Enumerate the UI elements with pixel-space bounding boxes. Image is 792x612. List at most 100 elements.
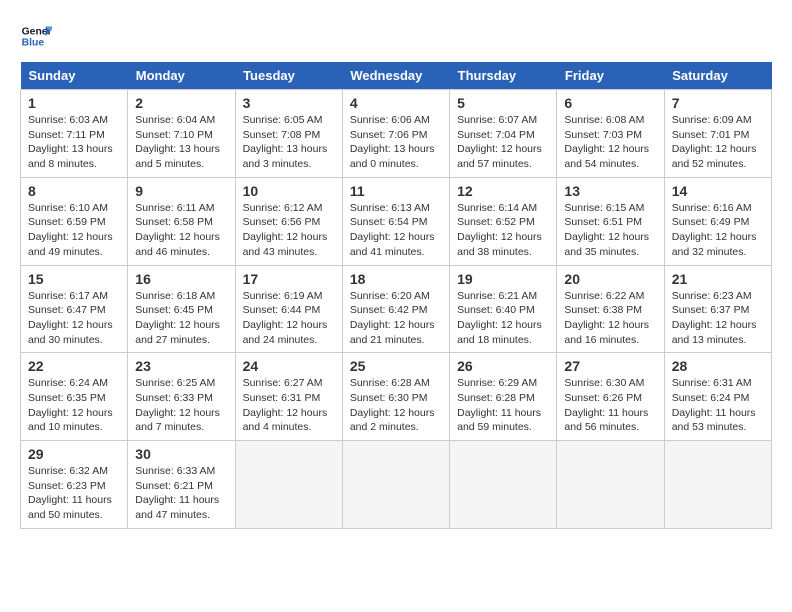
day-detail: Sunrise: 6:28 AMSunset: 6:30 PMDaylight:… — [350, 377, 435, 433]
day-detail: Sunrise: 6:25 AMSunset: 6:33 PMDaylight:… — [135, 377, 220, 433]
day-number: 17 — [243, 271, 335, 287]
weekday-header-saturday: Saturday — [664, 62, 771, 90]
day-number: 6 — [564, 95, 656, 111]
weekday-header-monday: Monday — [128, 62, 235, 90]
svg-text:Blue: Blue — [22, 38, 45, 49]
calendar-table: SundayMondayTuesdayWednesdayThursdayFrid… — [20, 62, 772, 529]
calendar-day-cell — [557, 441, 664, 529]
day-detail: Sunrise: 6:13 AMSunset: 6:54 PMDaylight:… — [350, 202, 435, 258]
calendar-day-cell: 5 Sunrise: 6:07 AMSunset: 7:04 PMDayligh… — [450, 90, 557, 178]
day-detail: Sunrise: 6:04 AMSunset: 7:10 PMDaylight:… — [135, 114, 220, 170]
day-number: 11 — [350, 183, 442, 199]
calendar-day-cell: 6 Sunrise: 6:08 AMSunset: 7:03 PMDayligh… — [557, 90, 664, 178]
day-number: 20 — [564, 271, 656, 287]
day-number: 7 — [672, 95, 764, 111]
calendar-day-cell: 30 Sunrise: 6:33 AMSunset: 6:21 PMDaylig… — [128, 441, 235, 529]
weekday-header-thursday: Thursday — [450, 62, 557, 90]
day-detail: Sunrise: 6:21 AMSunset: 6:40 PMDaylight:… — [457, 290, 542, 346]
calendar-day-cell: 10 Sunrise: 6:12 AMSunset: 6:56 PMDaylig… — [235, 177, 342, 265]
day-detail: Sunrise: 6:06 AMSunset: 7:06 PMDaylight:… — [350, 114, 435, 170]
calendar-day-cell: 16 Sunrise: 6:18 AMSunset: 6:45 PMDaylig… — [128, 265, 235, 353]
day-number: 29 — [28, 446, 120, 462]
day-detail: Sunrise: 6:08 AMSunset: 7:03 PMDaylight:… — [564, 114, 649, 170]
day-number: 2 — [135, 95, 227, 111]
day-detail: Sunrise: 6:31 AMSunset: 6:24 PMDaylight:… — [672, 377, 756, 433]
calendar-day-cell: 2 Sunrise: 6:04 AMSunset: 7:10 PMDayligh… — [128, 90, 235, 178]
day-number: 10 — [243, 183, 335, 199]
day-detail: Sunrise: 6:15 AMSunset: 6:51 PMDaylight:… — [564, 202, 649, 258]
calendar-week-row: 15 Sunrise: 6:17 AMSunset: 6:47 PMDaylig… — [21, 265, 772, 353]
day-number: 3 — [243, 95, 335, 111]
calendar-day-cell: 19 Sunrise: 6:21 AMSunset: 6:40 PMDaylig… — [450, 265, 557, 353]
day-detail: Sunrise: 6:03 AMSunset: 7:11 PMDaylight:… — [28, 114, 113, 170]
day-number: 27 — [564, 358, 656, 374]
day-detail: Sunrise: 6:24 AMSunset: 6:35 PMDaylight:… — [28, 377, 113, 433]
day-detail: Sunrise: 6:18 AMSunset: 6:45 PMDaylight:… — [135, 290, 220, 346]
calendar-day-cell — [450, 441, 557, 529]
day-number: 28 — [672, 358, 764, 374]
calendar-day-cell: 7 Sunrise: 6:09 AMSunset: 7:01 PMDayligh… — [664, 90, 771, 178]
calendar-day-cell: 21 Sunrise: 6:23 AMSunset: 6:37 PMDaylig… — [664, 265, 771, 353]
calendar-week-row: 22 Sunrise: 6:24 AMSunset: 6:35 PMDaylig… — [21, 353, 772, 441]
day-number: 1 — [28, 95, 120, 111]
day-number: 18 — [350, 271, 442, 287]
day-detail: Sunrise: 6:14 AMSunset: 6:52 PMDaylight:… — [457, 202, 542, 258]
day-detail: Sunrise: 6:05 AMSunset: 7:08 PMDaylight:… — [243, 114, 328, 170]
day-number: 30 — [135, 446, 227, 462]
day-detail: Sunrise: 6:33 AMSunset: 6:21 PMDaylight:… — [135, 465, 219, 521]
day-detail: Sunrise: 6:12 AMSunset: 6:56 PMDaylight:… — [243, 202, 328, 258]
calendar-day-cell — [342, 441, 449, 529]
calendar-day-cell: 23 Sunrise: 6:25 AMSunset: 6:33 PMDaylig… — [128, 353, 235, 441]
calendar-day-cell: 4 Sunrise: 6:06 AMSunset: 7:06 PMDayligh… — [342, 90, 449, 178]
calendar-day-cell: 12 Sunrise: 6:14 AMSunset: 6:52 PMDaylig… — [450, 177, 557, 265]
day-detail: Sunrise: 6:11 AMSunset: 6:58 PMDaylight:… — [135, 202, 220, 258]
calendar-day-cell: 9 Sunrise: 6:11 AMSunset: 6:58 PMDayligh… — [128, 177, 235, 265]
day-detail: Sunrise: 6:17 AMSunset: 6:47 PMDaylight:… — [28, 290, 113, 346]
calendar-week-row: 29 Sunrise: 6:32 AMSunset: 6:23 PMDaylig… — [21, 441, 772, 529]
weekday-header-sunday: Sunday — [21, 62, 128, 90]
day-number: 21 — [672, 271, 764, 287]
calendar-day-cell: 1 Sunrise: 6:03 AMSunset: 7:11 PMDayligh… — [21, 90, 128, 178]
weekday-header-tuesday: Tuesday — [235, 62, 342, 90]
calendar-day-cell: 18 Sunrise: 6:20 AMSunset: 6:42 PMDaylig… — [342, 265, 449, 353]
calendar-day-cell: 25 Sunrise: 6:28 AMSunset: 6:30 PMDaylig… — [342, 353, 449, 441]
calendar-day-cell: 24 Sunrise: 6:27 AMSunset: 6:31 PMDaylig… — [235, 353, 342, 441]
calendar-week-row: 8 Sunrise: 6:10 AMSunset: 6:59 PMDayligh… — [21, 177, 772, 265]
calendar-day-cell: 15 Sunrise: 6:17 AMSunset: 6:47 PMDaylig… — [21, 265, 128, 353]
calendar-day-cell: 20 Sunrise: 6:22 AMSunset: 6:38 PMDaylig… — [557, 265, 664, 353]
calendar-day-cell: 29 Sunrise: 6:32 AMSunset: 6:23 PMDaylig… — [21, 441, 128, 529]
day-detail: Sunrise: 6:32 AMSunset: 6:23 PMDaylight:… — [28, 465, 112, 521]
day-number: 14 — [672, 183, 764, 199]
day-number: 4 — [350, 95, 442, 111]
calendar-day-cell: 13 Sunrise: 6:15 AMSunset: 6:51 PMDaylig… — [557, 177, 664, 265]
calendar-day-cell: 28 Sunrise: 6:31 AMSunset: 6:24 PMDaylig… — [664, 353, 771, 441]
day-number: 9 — [135, 183, 227, 199]
day-detail: Sunrise: 6:07 AMSunset: 7:04 PMDaylight:… — [457, 114, 542, 170]
day-number: 8 — [28, 183, 120, 199]
day-number: 16 — [135, 271, 227, 287]
day-detail: Sunrise: 6:09 AMSunset: 7:01 PMDaylight:… — [672, 114, 757, 170]
page-header: General Blue — [20, 20, 772, 52]
calendar-day-cell: 8 Sunrise: 6:10 AMSunset: 6:59 PMDayligh… — [21, 177, 128, 265]
calendar-day-cell — [235, 441, 342, 529]
day-number: 5 — [457, 95, 549, 111]
day-detail: Sunrise: 6:16 AMSunset: 6:49 PMDaylight:… — [672, 202, 757, 258]
day-number: 25 — [350, 358, 442, 374]
day-detail: Sunrise: 6:23 AMSunset: 6:37 PMDaylight:… — [672, 290, 757, 346]
day-detail: Sunrise: 6:29 AMSunset: 6:28 PMDaylight:… — [457, 377, 541, 433]
day-number: 15 — [28, 271, 120, 287]
day-detail: Sunrise: 6:27 AMSunset: 6:31 PMDaylight:… — [243, 377, 328, 433]
weekday-header-friday: Friday — [557, 62, 664, 90]
day-detail: Sunrise: 6:30 AMSunset: 6:26 PMDaylight:… — [564, 377, 648, 433]
calendar-day-cell: 14 Sunrise: 6:16 AMSunset: 6:49 PMDaylig… — [664, 177, 771, 265]
day-number: 22 — [28, 358, 120, 374]
day-detail: Sunrise: 6:20 AMSunset: 6:42 PMDaylight:… — [350, 290, 435, 346]
calendar-day-cell: 26 Sunrise: 6:29 AMSunset: 6:28 PMDaylig… — [450, 353, 557, 441]
calendar-day-cell: 27 Sunrise: 6:30 AMSunset: 6:26 PMDaylig… — [557, 353, 664, 441]
calendar-day-cell — [664, 441, 771, 529]
calendar-day-cell: 11 Sunrise: 6:13 AMSunset: 6:54 PMDaylig… — [342, 177, 449, 265]
weekday-header-wednesday: Wednesday — [342, 62, 449, 90]
day-detail: Sunrise: 6:19 AMSunset: 6:44 PMDaylight:… — [243, 290, 328, 346]
day-number: 23 — [135, 358, 227, 374]
logo: General Blue — [20, 20, 56, 52]
